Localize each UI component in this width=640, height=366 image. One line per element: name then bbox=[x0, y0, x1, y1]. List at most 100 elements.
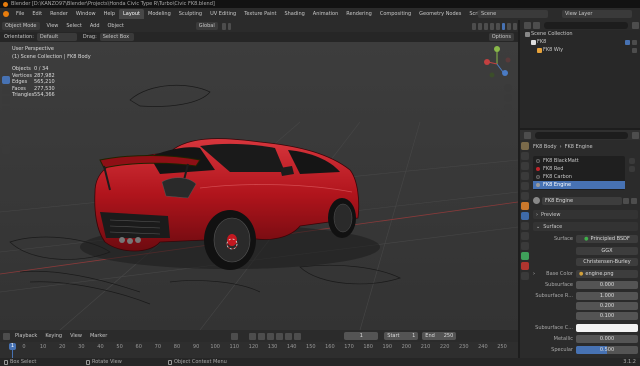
tab-rendering[interactable]: Rendering bbox=[342, 9, 376, 19]
filter-icon[interactable] bbox=[632, 21, 639, 29]
material-tab-icon[interactable] bbox=[521, 262, 529, 270]
add-slot-icon[interactable] bbox=[629, 158, 635, 164]
jump-start-icon[interactable] bbox=[249, 332, 257, 340]
tab-geometry-nodes[interactable]: Geometry Nodes bbox=[415, 9, 465, 19]
pan-hand-icon[interactable] bbox=[504, 94, 512, 102]
physics-tab-icon[interactable] bbox=[521, 232, 529, 240]
texture-tab-icon[interactable] bbox=[521, 272, 529, 280]
pin-icon[interactable] bbox=[632, 131, 639, 139]
material-slot[interactable]: FK8 Carbon bbox=[533, 173, 625, 181]
subsurface-radius-y[interactable]: 0.200 bbox=[576, 301, 638, 310]
tab-sculpting[interactable]: Sculpting bbox=[175, 9, 206, 19]
menu-view[interactable]: View bbox=[66, 331, 86, 341]
annotate-tool-icon[interactable] bbox=[2, 136, 10, 144]
menu-render[interactable]: Render bbox=[46, 9, 72, 19]
metallic-field[interactable]: 0.000 bbox=[576, 335, 638, 343]
menu-edit[interactable]: Edit bbox=[28, 9, 46, 19]
subsurface-color-swatch[interactable] bbox=[576, 324, 638, 332]
play-reverse-icon[interactable] bbox=[267, 332, 275, 340]
rotate-tool-icon[interactable] bbox=[2, 106, 10, 114]
transform-tool-icon[interactable] bbox=[2, 126, 10, 134]
output-tab-icon[interactable] bbox=[521, 162, 529, 170]
jump-end-icon[interactable] bbox=[294, 332, 302, 340]
end-frame-field[interactable]: End 250 bbox=[422, 332, 457, 340]
drag-dropdown[interactable]: Select Box bbox=[99, 33, 134, 41]
gizmo-icon[interactable] bbox=[478, 22, 483, 30]
current-frame-marker[interactable]: 1 bbox=[9, 343, 16, 350]
tab-modeling[interactable]: Modeling bbox=[144, 9, 175, 19]
material-slot[interactable]: FK8 Red bbox=[533, 165, 625, 173]
move-tool-icon[interactable] bbox=[2, 96, 10, 104]
solid-shading-icon[interactable] bbox=[501, 22, 506, 30]
scale-tool-icon[interactable] bbox=[2, 116, 10, 124]
blender-menu-icon[interactable] bbox=[3, 11, 9, 17]
outliner-editor-icon[interactable] bbox=[524, 21, 531, 29]
outliner-item[interactable]: FK8 Wiy bbox=[520, 46, 640, 54]
distribution-dropdown[interactable]: GGX bbox=[576, 247, 638, 255]
timeline-editor-icon[interactable] bbox=[3, 332, 10, 340]
particles-tab-icon[interactable] bbox=[521, 222, 529, 230]
menu-window[interactable]: Window bbox=[72, 9, 100, 19]
tab-layout[interactable]: Layout bbox=[119, 9, 144, 19]
play-icon[interactable] bbox=[276, 332, 284, 340]
menu-file[interactable]: File bbox=[12, 9, 28, 19]
specular-field[interactable]: 0.500 bbox=[576, 346, 638, 354]
outliner-search-input[interactable] bbox=[544, 21, 628, 29]
measure-tool-icon[interactable] bbox=[2, 146, 10, 154]
menu-playback[interactable]: Playback bbox=[11, 331, 41, 341]
tool-tab-icon[interactable] bbox=[521, 142, 529, 150]
cursor-tool-icon[interactable] bbox=[2, 86, 10, 94]
view-layer-selector[interactable]: View Layer bbox=[562, 10, 632, 18]
material-name-field[interactable]: FK8 Engine bbox=[542, 196, 622, 205]
overlay-icon[interactable] bbox=[484, 22, 488, 30]
surface-panel-header[interactable]: ⌄ Surface bbox=[533, 222, 638, 231]
timeline-ruler[interactable]: 1 0 10 20 30 40 50 60 70 80 90 100 110 120 130 140 150 1… bbox=[0, 342, 518, 358]
properties-editor-icon[interactable] bbox=[524, 131, 531, 139]
transform-orientation[interactable]: Global bbox=[195, 22, 218, 30]
menu-help[interactable]: Help bbox=[100, 9, 119, 19]
subsurface-method-dropdown[interactable]: Christensen-Burley bbox=[576, 258, 638, 266]
start-frame-field[interactable]: Start 1 bbox=[384, 332, 419, 340]
options-dropdown[interactable]: Options bbox=[488, 33, 514, 41]
modifier-tab-icon[interactable] bbox=[521, 212, 529, 220]
select-tool-icon[interactable] bbox=[2, 76, 10, 84]
duplicate-material-icon[interactable] bbox=[623, 197, 629, 204]
eye-icon[interactable] bbox=[632, 39, 637, 45]
unlink-material-icon[interactable] bbox=[631, 197, 637, 204]
proportional-edit-icon[interactable] bbox=[227, 22, 232, 30]
menu-view[interactable]: View bbox=[43, 21, 63, 31]
properties-search-input[interactable] bbox=[535, 131, 628, 139]
wireframe-shading-icon[interactable] bbox=[495, 22, 500, 30]
tab-compositing[interactable]: Compositing bbox=[376, 9, 415, 19]
data-tab-icon[interactable] bbox=[521, 252, 529, 260]
viewport-3d[interactable]: User Perspective (1) Scene Collection | … bbox=[0, 42, 518, 330]
scene-tab-icon[interactable] bbox=[521, 182, 529, 190]
checkbox-icon[interactable] bbox=[625, 39, 630, 45]
prev-keyframe-icon[interactable] bbox=[258, 332, 266, 340]
object-tab-icon[interactable] bbox=[521, 202, 529, 210]
subsurface-radius-z[interactable]: 0.100 bbox=[576, 311, 638, 320]
menu-marker[interactable]: Marker bbox=[86, 331, 111, 341]
base-color-field[interactable]: ● engine.png bbox=[576, 270, 638, 278]
snap-icon[interactable] bbox=[221, 22, 226, 30]
remove-slot-icon[interactable] bbox=[629, 166, 635, 172]
camera-view-icon[interactable] bbox=[504, 104, 512, 112]
render-tab-icon[interactable] bbox=[521, 152, 529, 160]
tab-texture-paint[interactable]: Texture Paint bbox=[240, 9, 280, 19]
record-icon[interactable] bbox=[231, 332, 239, 340]
menu-select[interactable]: Select bbox=[62, 21, 85, 31]
material-browse-icon[interactable] bbox=[533, 197, 540, 204]
material-slot[interactable]: FK8 BlackMatt bbox=[533, 157, 625, 165]
xray-icon[interactable] bbox=[489, 22, 494, 30]
current-frame-field[interactable]: 1 bbox=[344, 332, 379, 340]
outliner-display-mode-icon[interactable] bbox=[533, 21, 540, 29]
surface-shader-field[interactable]: ● Principled BSDF bbox=[576, 235, 638, 243]
material-shading-icon[interactable] bbox=[507, 22, 512, 30]
tab-animation[interactable]: Animation bbox=[309, 9, 343, 19]
menu-keying[interactable]: Keying bbox=[41, 331, 66, 341]
preview-panel-header[interactable]: › Preview bbox=[533, 210, 638, 219]
zoom-icon[interactable] bbox=[504, 84, 512, 92]
visibility-icon[interactable] bbox=[472, 22, 477, 30]
scene-selector[interactable]: Scene bbox=[478, 10, 548, 18]
subsurface-radius-x[interactable]: 1.000 bbox=[576, 291, 638, 300]
